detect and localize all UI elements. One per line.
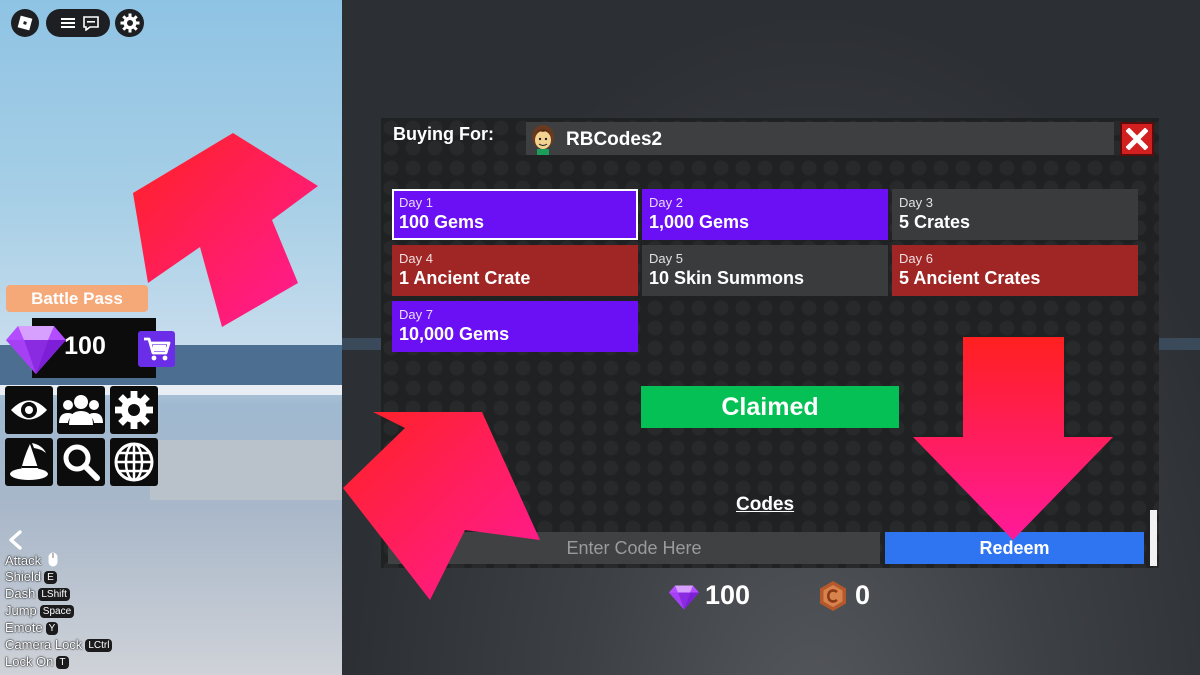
key-badge: T xyxy=(56,656,69,669)
menu-chat-button[interactable] xyxy=(46,9,110,37)
roblox-logo-icon xyxy=(17,15,33,31)
control-row-jump: Jump Space xyxy=(5,603,75,618)
search-button[interactable] xyxy=(57,438,105,486)
chat-icon[interactable] xyxy=(83,16,99,31)
day-7-reward[interactable]: Day 7 10,000 Gems xyxy=(392,301,638,352)
coin-icon xyxy=(820,581,846,611)
key-badge: LCtrl xyxy=(85,639,113,652)
scrollbar[interactable] xyxy=(1150,510,1157,566)
settings-button[interactable] xyxy=(115,9,144,37)
username: RBCodes2 xyxy=(566,129,663,150)
key-badge: LShift xyxy=(38,588,70,601)
search-icon xyxy=(63,444,100,481)
control-row-camera-lock: Camera Lock LCtrl xyxy=(5,637,113,652)
back-chevron-icon[interactable] xyxy=(7,530,25,550)
menu-icon[interactable] xyxy=(61,18,75,28)
friends-button[interactable] xyxy=(57,386,105,434)
coin-balance: 0 xyxy=(855,580,871,610)
friends-icon xyxy=(59,395,103,425)
control-row-shield: Shield E xyxy=(5,569,57,584)
globe-icon xyxy=(114,442,154,482)
settings-square-button[interactable] xyxy=(110,386,158,434)
code-input[interactable] xyxy=(388,532,880,564)
buying-for-label: Buying For: xyxy=(393,124,494,144)
day-4-reward[interactable]: Day 4 1 Ancient Crate xyxy=(392,245,638,296)
control-row-attack: Attack xyxy=(5,552,58,568)
battle-pass-button[interactable]: Battle Pass xyxy=(6,285,148,312)
close-button[interactable] xyxy=(1120,122,1154,156)
control-row-emote: Emote Y xyxy=(5,620,59,635)
day-1-reward[interactable]: Day 1 100 Gems xyxy=(392,189,638,240)
gem-count: 100 xyxy=(64,332,106,360)
claimed-button[interactable]: Claimed xyxy=(641,386,899,428)
key-badge: Y xyxy=(45,622,59,635)
day-3-reward[interactable]: Day 3 5 Crates xyxy=(892,189,1138,240)
day-2-reward[interactable]: Day 2 1,000 Gems xyxy=(642,189,888,240)
roblox-menu-button[interactable] xyxy=(11,9,39,37)
gem-balance: 100 xyxy=(705,580,751,610)
codes-heading: Codes xyxy=(736,494,795,515)
gear-icon xyxy=(115,391,153,429)
floor-strip xyxy=(150,440,342,500)
redeem-button[interactable]: Redeem xyxy=(885,532,1144,564)
shop-cart-button[interactable] xyxy=(138,331,175,367)
control-row-dash: Dash LShift xyxy=(5,586,70,601)
avatar xyxy=(532,125,554,155)
close-icon xyxy=(1126,128,1148,150)
settings-icon xyxy=(120,13,139,33)
spectate-button[interactable] xyxy=(5,386,53,434)
control-row-lock-on: Lock On T xyxy=(5,654,69,669)
key-badge: Space xyxy=(39,605,75,618)
gem-icon xyxy=(669,585,699,610)
day-5-reward[interactable]: Day 5 10 Skin Summons xyxy=(642,245,888,296)
skins-button[interactable] xyxy=(5,438,53,486)
key-badge: E xyxy=(44,571,57,584)
wizard-hat-icon xyxy=(10,443,48,480)
mouse-icon xyxy=(48,552,58,567)
day-6-reward[interactable]: Day 6 5 Ancient Crates xyxy=(892,245,1138,296)
language-button[interactable] xyxy=(110,438,158,486)
shopping-cart-icon xyxy=(143,337,170,361)
eye-icon xyxy=(11,400,47,420)
